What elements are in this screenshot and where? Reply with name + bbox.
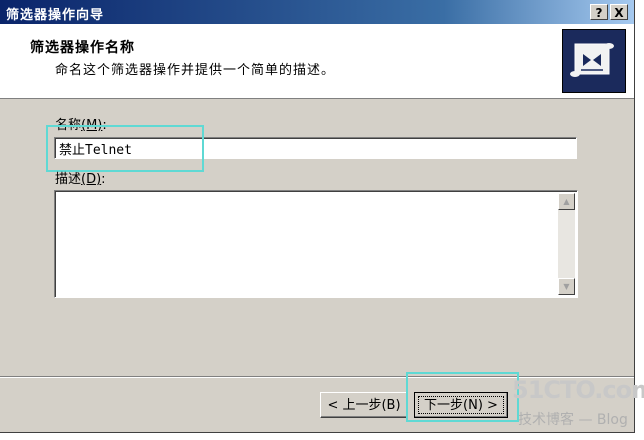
page-title: 筛选器操作名称: [30, 40, 135, 56]
back-button[interactable]: < 上一步(B): [320, 392, 408, 418]
title-bar[interactable]: 筛选器操作向导 ? X: [0, 0, 634, 24]
wizard-header: 筛选器操作名称 命名这个筛选器操作并提供一个简单的描述。: [0, 24, 634, 99]
watermark-subtitle: 技术博客 — Blog: [518, 412, 628, 428]
page-subtitle: 命名这个筛选器操作并提供一个简单的描述。: [55, 63, 336, 78]
name-field-highlight: [46, 125, 204, 172]
next-button-highlight: [406, 372, 519, 422]
close-button[interactable]: X: [610, 4, 628, 20]
wizard-dialog: 筛选器操作向导 ? X 筛选器操作名称 命名这个筛选器操作并提供一个简单的描述。…: [0, 0, 635, 433]
description-label: 描述(D):: [55, 172, 106, 187]
watermark-logo: 51CTO.com: [512, 376, 644, 404]
description-field[interactable]: ▲ ▼: [54, 190, 578, 298]
help-button[interactable]: ?: [590, 4, 608, 20]
description-scrollbar[interactable]: ▲ ▼: [558, 193, 575, 295]
scroll-down-arrow-icon[interactable]: ▼: [558, 278, 575, 295]
scroll-up-arrow-icon[interactable]: ▲: [558, 193, 575, 210]
window-title: 筛选器操作向导: [6, 8, 105, 23]
wizard-scroll-icon: [562, 29, 626, 93]
